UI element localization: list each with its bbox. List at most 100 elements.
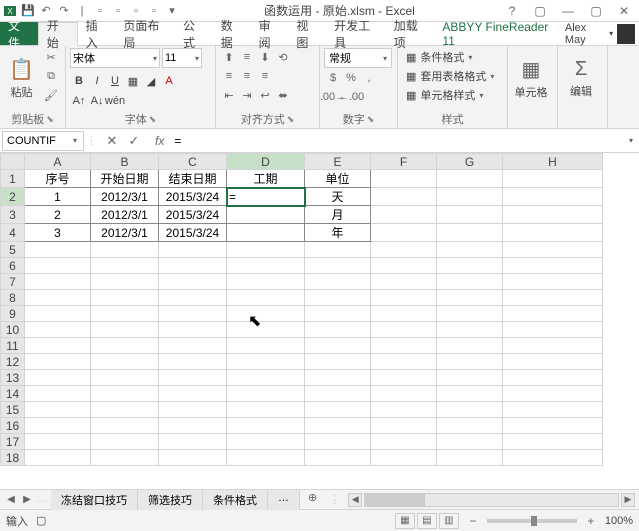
zoom-slider-handle[interactable] [531,516,537,526]
ribbon-options-icon[interactable]: ▢ [527,2,553,20]
zoom-slider[interactable] [487,519,577,523]
zoom-in-button[interactable]: + [585,514,597,528]
view-normal-icon[interactable]: ▦ [395,513,415,529]
cell-D2[interactable]: = [227,188,305,206]
cell-F1[interactable] [371,170,437,188]
row-header-1[interactable]: 1 [1,170,25,188]
cell-B2[interactable]: 2012/3/1 [91,188,159,206]
select-all-corner[interactable] [1,154,25,170]
alignment-launcher-icon[interactable]: ⬊ [287,114,295,125]
cell-C3[interactable]: 2015/3/24 [159,206,227,224]
align-left-button[interactable]: ≡ [220,67,238,85]
cells-button[interactable]: ▦ 单元格 [512,48,550,108]
user-dropdown-icon[interactable]: ▾ [609,29,613,38]
row-header-13[interactable]: 13 [1,370,25,386]
bold-button[interactable]: B [70,72,88,90]
tab-data[interactable]: 数据 [213,22,251,45]
hscroll-left-icon[interactable]: ◀ [348,493,362,507]
tab-view[interactable]: 视图 [288,22,326,45]
row-header-10[interactable]: 10 [1,322,25,338]
align-bottom-button[interactable]: ⬇ [256,48,274,66]
row-header-15[interactable]: 15 [1,402,25,418]
row-header-9[interactable]: 9 [1,306,25,322]
border-button[interactable]: ▦ [124,72,142,90]
row-header-6[interactable]: 6 [1,258,25,274]
cell-G4[interactable] [437,224,503,242]
cell-G3[interactable] [437,206,503,224]
increase-indent-button[interactable]: ⇥ [238,86,256,104]
accept-formula-button[interactable]: ✓ [123,131,145,151]
cell-A2[interactable]: 1 [25,188,91,206]
user-avatar[interactable] [617,24,635,44]
align-right-button[interactable]: ≡ [256,67,274,85]
cut-icon[interactable]: ✂ [41,48,61,66]
user-name[interactable]: Alex May [565,22,605,46]
merge-button[interactable]: ⬌ [274,86,292,104]
align-middle-button[interactable]: ≡ [238,48,256,66]
zoom-out-button[interactable]: − [467,514,479,528]
row-header-2[interactable]: 2 [1,188,25,206]
percent-button[interactable]: % [342,69,360,87]
number-format-selector[interactable]: 常规▾ [324,48,392,68]
cell-H4[interactable] [503,224,603,242]
tab-formulas[interactable]: 公式 [175,22,213,45]
row-header-3[interactable]: 3 [1,206,25,224]
cell-A4[interactable]: 3 [25,224,91,242]
row-header-7[interactable]: 7 [1,274,25,290]
row-header-4[interactable]: 4 [1,224,25,242]
cell-A3[interactable]: 2 [25,206,91,224]
help-icon[interactable]: ? [499,2,525,20]
tab-developer[interactable]: 开发工具 [326,22,386,45]
sheet-add-button[interactable]: ⊕ [300,489,325,510]
align-center-button[interactable]: ≡ [238,67,256,85]
col-header-A[interactable]: A [25,154,91,170]
cell-H2[interactable] [503,188,603,206]
cell-D3[interactable] [227,206,305,224]
cell-A1[interactable]: 序号 [25,170,91,188]
cancel-formula-button[interactable]: ✕ [101,131,123,151]
cell-E4[interactable]: 年 [305,224,371,242]
cell-H1[interactable] [503,170,603,188]
cell-H3[interactable] [503,206,603,224]
decrease-decimal-button[interactable]: ←.00 [342,88,360,106]
macro-record-icon[interactable]: ▢ [36,514,46,527]
sheet-tab-0[interactable]: 冻结窗口技巧 [51,489,138,510]
sheet-nav-prev-icon[interactable]: ◀ [4,493,18,507]
row-header-18[interactable]: 18 [1,450,25,466]
font-name-selector[interactable]: 宋体▾ [70,48,160,68]
format-painter-icon[interactable]: 🖌 [41,86,61,104]
sheet-nav-next-icon[interactable]: ▶ [20,493,34,507]
view-page-layout-icon[interactable]: ▤ [417,513,437,529]
cell-G1[interactable] [437,170,503,188]
tab-file[interactable]: 文件 [0,22,38,45]
copy-icon[interactable]: ⧉ [41,67,61,85]
cell-styles-button[interactable]: ▦单元格样式▾ [402,86,498,104]
align-top-button[interactable]: ⬆ [220,48,238,66]
view-page-break-icon[interactable]: ▥ [439,513,459,529]
cell-F3[interactable] [371,206,437,224]
font-size-selector[interactable]: 11▾ [162,48,202,68]
col-header-H[interactable]: H [503,154,603,170]
conditional-format-button[interactable]: ▦条件格式▾ [402,48,498,66]
cell-C1[interactable]: 结束日期 [159,170,227,188]
sheet-tab-1[interactable]: 筛选技巧 [138,489,203,510]
tab-abbyy[interactable]: ABBYY FineReader 11 [434,22,560,45]
cell-B4[interactable]: 2012/3/1 [91,224,159,242]
tab-addins[interactable]: 加载项 [386,22,435,45]
row-header-12[interactable]: 12 [1,354,25,370]
cell-C4[interactable]: 2015/3/24 [159,224,227,242]
name-box[interactable]: COUNTIF ▾ [2,131,84,151]
fill-color-button[interactable]: ◢ [142,72,160,90]
col-header-E[interactable]: E [305,154,371,170]
underline-button[interactable]: U [106,72,124,90]
orientation-button[interactable]: ⟲ [274,48,292,66]
col-header-F[interactable]: F [371,154,437,170]
decrease-indent-button[interactable]: ⇤ [220,86,238,104]
cell-F2[interactable] [371,188,437,206]
formula-input[interactable] [170,131,623,151]
wrap-text-button[interactable]: ↩ [256,86,274,104]
cell-B1[interactable]: 开始日期 [91,170,159,188]
tab-review[interactable]: 审阅 [251,22,289,45]
cell-G2[interactable] [437,188,503,206]
hscroll-thumb[interactable] [365,494,425,506]
